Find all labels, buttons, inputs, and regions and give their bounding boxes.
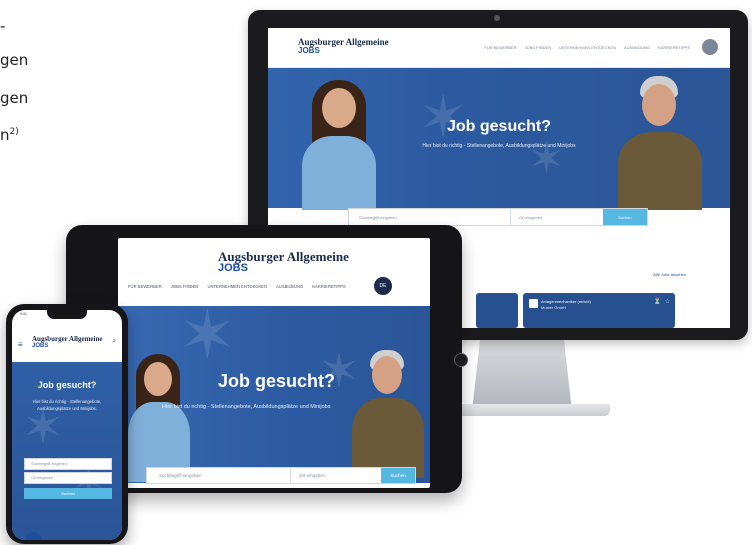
tablet-nav-item[interactable]: KARRIERETIPPS xyxy=(312,284,346,289)
desktop-hero-subtitle: Hier bist du richtig - Stellenangebote, … xyxy=(422,143,576,149)
tablet-hero: ✶ ✶ xyxy=(118,300,430,483)
hamburger-menu-icon[interactable]: ≡ xyxy=(18,340,23,349)
desktop-header: Augsburger Allgemeine JOBS FÜR BEWERBER … xyxy=(268,28,730,68)
desktop-logo[interactable]: Augsburger Allgemeine JOBS xyxy=(298,38,389,55)
tablet-home-button xyxy=(454,353,468,367)
tablet-nav-item[interactable]: JOBS FINDEN xyxy=(171,284,199,289)
left-text-line-1: - xyxy=(0,17,6,35)
desktop-search-button[interactable]: Suchen xyxy=(603,209,647,225)
phone-status-time: 9:41 xyxy=(20,312,27,316)
tablet-logo[interactable]: Augsburger Allgemeine JOBS xyxy=(218,250,349,274)
tablet-nav-item[interactable]: AUSBILDUNG xyxy=(276,284,303,289)
tablet-where-input[interactable]: Ort eingeben xyxy=(291,468,381,483)
tablet-nav: FÜR BEWERBER JOBS FINDEN UNTERNEHMEN ENT… xyxy=(128,284,346,289)
desktop-search-bar: Suchbegriff eingeben Ort eingeben Suchen xyxy=(348,208,648,226)
monitor-camera xyxy=(494,15,500,21)
desktop-nav-item[interactable]: FÜR BEWERBER xyxy=(484,45,516,50)
star-decoration-icon: ✶ xyxy=(178,296,237,374)
promo-stage: - gen gen n2) Augsburger Allgemeine JOBS… xyxy=(0,0,752,545)
tablet-what-input[interactable]: Suchbegriff eingeben xyxy=(147,468,292,483)
search-icon[interactable]: ⌕ xyxy=(112,338,116,346)
footnote-marker: 2) xyxy=(9,127,19,137)
left-text-line-4: n2) xyxy=(0,126,19,144)
phone-search-button[interactable]: Suchen xyxy=(24,488,112,499)
phone-device: 9:41 ≡ Augsburger Allgemeine JOBS ⌕ ✶ ✶ … xyxy=(6,304,128,544)
phone-screen: 9:41 ≡ Augsburger Allgemeine JOBS ⌕ ✶ ✶ … xyxy=(12,310,122,540)
desktop-hero: ✶ ✶ Job gesucht? Hier bist du richtig - … xyxy=(268,68,730,210)
tablet-avatar[interactable]: DE xyxy=(374,277,392,295)
desktop-hero-title: Job gesucht? xyxy=(446,118,551,135)
phone-notch xyxy=(47,310,87,319)
desktop-what-input[interactable]: Suchbegriff eingeben xyxy=(349,209,512,225)
tablet-hero-subtitle: Hier bist du richtig - Stellenangebote, … xyxy=(162,404,331,410)
desktop-where-input[interactable]: Ort eingeben xyxy=(511,209,603,225)
desktop-nav-item[interactable]: AUSBILDUNG xyxy=(624,45,650,50)
tablet-search-button[interactable]: Suchen xyxy=(381,468,415,483)
phone-hero-subtitle: Hier bist du richtig - Stellenangebote, … xyxy=(32,399,102,411)
job-card-company: Muster GmbH xyxy=(541,305,566,310)
tablet-nav-item[interactable]: UNTERNEHMEN ENTDECKEN xyxy=(207,284,267,289)
phone-logo[interactable]: Augsburger Allgemeine JOBS xyxy=(32,336,102,350)
phone-where-input[interactable]: Ort eingeben xyxy=(24,472,112,484)
bookmark-icon[interactable]: ☆ xyxy=(665,298,670,305)
left-text-line-2: gen xyxy=(0,51,29,69)
tablet-search-bar: Suchbegriff eingeben Ort eingeben Suchen xyxy=(146,467,416,484)
desktop-nav-item[interactable]: UNTERNEHMEN ENTDECKEN xyxy=(559,45,616,50)
job-card[interactable]: Anlagenmechaniker (m/w/d) Muster GmbH ⏳ … xyxy=(523,293,675,328)
phone-what-input[interactable]: Suchbegriff eingeben xyxy=(24,458,112,470)
desktop-nav-item[interactable]: JOBS FINDEN xyxy=(525,45,551,50)
tablet-hero-title: Job gesucht? xyxy=(218,371,336,391)
filter-icon[interactable]: ⏳ xyxy=(654,298,661,305)
company-logo-icon xyxy=(529,299,538,308)
job-card[interactable] xyxy=(476,293,518,328)
all-jobs-link[interactable]: Alle Jobs ansehen xyxy=(653,272,686,277)
tablet-screen: Augsburger Allgemeine JOBS FÜR BEWERBER … xyxy=(118,238,430,488)
job-card-title: Anlagenmechaniker (m/w/d) xyxy=(541,299,591,304)
left-text-line-3: gen xyxy=(0,89,29,107)
desktop-avatar[interactable] xyxy=(702,39,718,55)
desktop-nav: FÜR BEWERBER JOBS FINDEN UNTERNEHMEN ENT… xyxy=(484,45,690,50)
tablet-nav-item[interactable]: FÜR BEWERBER xyxy=(128,284,162,289)
desktop-nav-item[interactable]: KARRIERETIPPS xyxy=(658,45,690,50)
phone-hero-title: Job gesucht? xyxy=(37,380,97,390)
